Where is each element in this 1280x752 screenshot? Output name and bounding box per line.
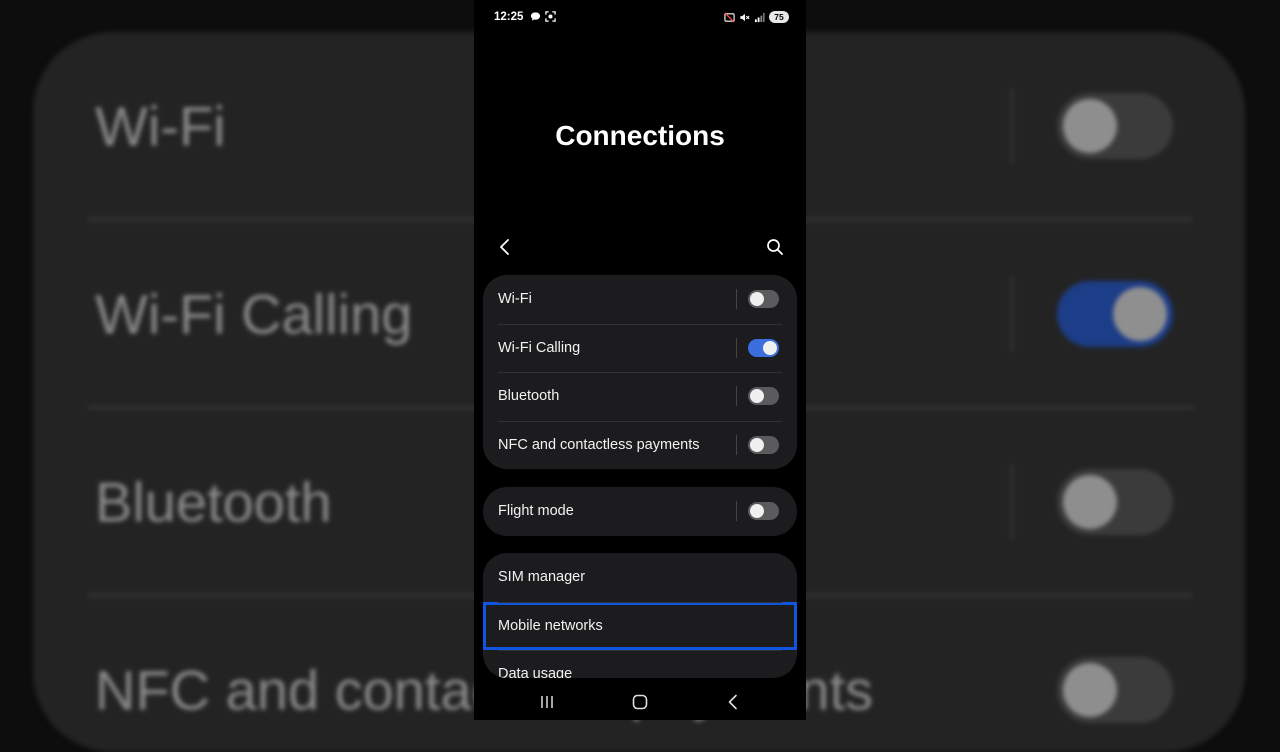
bg-toggle [1057,657,1173,723]
setting-label: NFC and contactless payments [498,436,700,453]
setting-label: Flight mode [498,503,574,520]
setting-nfc[interactable]: NFC and contactless payments [483,420,797,470]
mute-icon [740,13,750,21]
bg-divider [1011,89,1013,163]
divider [736,289,737,310]
setting-mobile-networks[interactable]: Mobile networks [483,601,797,650]
bg-divider [1011,277,1013,351]
setting-wifi[interactable]: Wi-Fi [483,275,797,324]
settings-group-connectivity: Wi-Fi Wi-Fi Calling Bluetooth NFC and co… [483,275,797,469]
wifi-toggle[interactable] [748,290,779,309]
page-title: Connections [555,120,725,151]
signal-icon [754,12,765,22]
recent-apps-icon[interactable] [537,692,557,712]
settings-group-flight: Flight mode [483,487,797,536]
search-icon[interactable] [764,236,786,258]
cast-off-icon [724,11,735,23]
setting-label: Wi-Fi Calling [498,339,581,356]
status-time: 12:25 [494,11,524,23]
divider [736,501,737,522]
setting-flight-mode[interactable]: Flight mode [483,487,797,536]
chat-bubble-icon [530,12,541,21]
flight-mode-toggle[interactable] [748,502,779,521]
bg-toggle [1057,281,1173,347]
bluetooth-toggle[interactable] [748,387,779,406]
bg-row-label: Wi-Fi Calling [95,282,413,346]
bg-toggle [1057,469,1173,535]
toolbar [474,230,806,264]
chevron-left-icon[interactable] [494,236,516,258]
bg-row-label: Wi-Fi [95,94,226,158]
status-bar: 12:25 75 [474,0,806,36]
navigation-bar [474,684,806,720]
battery-level: 75 [769,11,789,23]
divider [736,434,737,455]
home-icon[interactable] [630,692,650,712]
setting-wifi-calling[interactable]: Wi-Fi Calling [483,323,797,373]
bg-row-label: Bluetooth [95,470,332,534]
setting-data-usage[interactable]: Data usage [483,650,797,678]
setting-label: Wi-Fi [498,291,532,308]
divider [736,386,737,407]
bg-toggle [1057,93,1173,159]
setting-bluetooth[interactable]: Bluetooth [483,372,797,421]
nfc-toggle[interactable] [748,435,779,454]
setting-label: Bluetooth [498,388,560,405]
back-icon[interactable] [723,692,743,712]
setting-label: SIM manager [498,569,586,586]
screen-record-icon [545,11,556,22]
setting-label: Mobile networks [498,617,603,634]
setting-sim-manager[interactable]: SIM manager [483,553,797,602]
divider [736,337,737,358]
setting-label: Data usage [498,666,573,678]
phone-screen: 12:25 75 Connections Wi-Fi Wi-Fi Calling… [474,0,806,720]
wifi-calling-toggle[interactable] [748,338,779,357]
bg-divider [1011,465,1013,539]
settings-group-sim: SIM manager Mobile networks Data usage [483,553,797,678]
